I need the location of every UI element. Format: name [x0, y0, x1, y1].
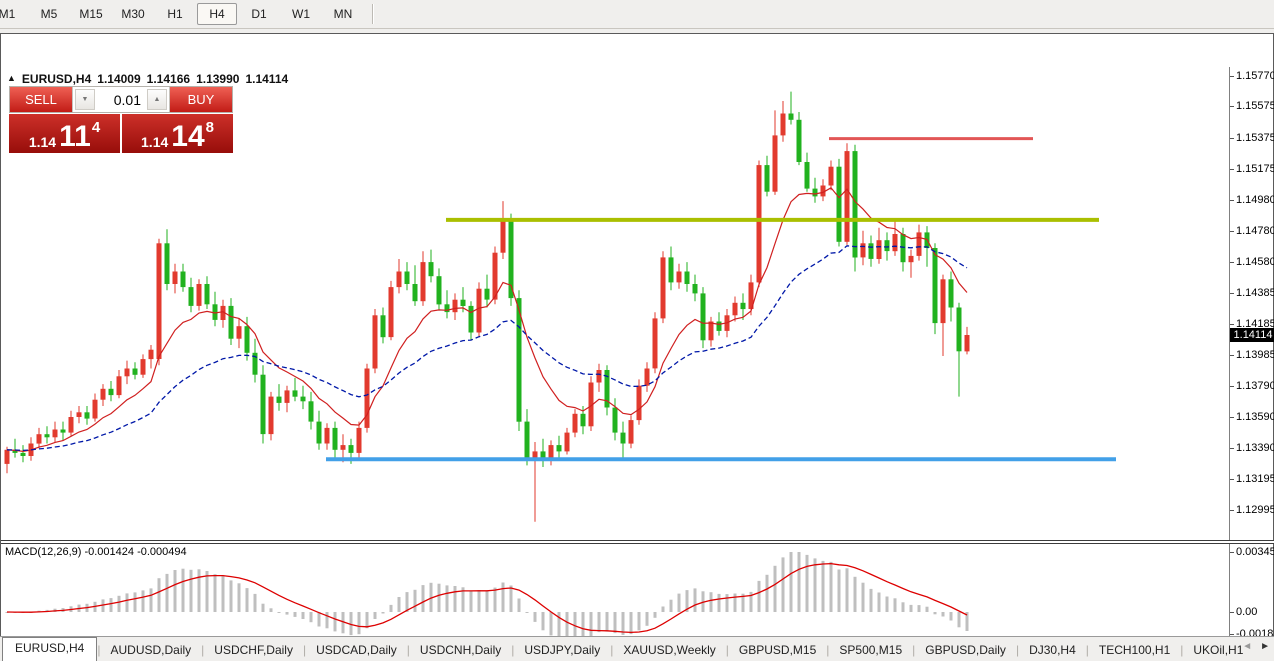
price-axis-label: 1.14385 [1236, 287, 1274, 299]
chevron-down-icon: ▼ [82, 96, 89, 103]
mt4-application: M1M5M15M30H1H4D1W1MN ▲ EURUSD,H4 1.14009… [0, 0, 1274, 661]
price-axis-tick [1230, 479, 1234, 480]
sell-price-big: 11 [59, 124, 91, 150]
price-axis-tick [1230, 417, 1234, 418]
tab-dj30-h4[interactable]: DJ30,H4 [1019, 640, 1086, 660]
tab-usdjpy-daily[interactable]: USDJPY,Daily [514, 640, 610, 660]
price-axis-label: 1.14980 [1236, 194, 1274, 206]
volume-spinner: ▼ 0.01 ▲ [72, 87, 170, 112]
macd-axis-label: 0.00 [1236, 606, 1257, 618]
ohlc-high: 1.14166 [147, 72, 190, 86]
tab-scroll-right-icon[interactable]: ► [1260, 641, 1270, 652]
price-axis-tick [1230, 169, 1234, 170]
timeframe-buttons: M1M5M15M30H1H4D1W1MN [0, 0, 364, 28]
price-axis-tick [1230, 448, 1234, 449]
price-axis-tick [1230, 76, 1234, 77]
tab-audusd-daily[interactable]: AUDUSD,Daily [100, 640, 201, 660]
price-axis-label: 1.13985 [1236, 349, 1274, 361]
macd-axis-label: 0.003452 [1236, 546, 1274, 558]
trade-controls-row: SELL ▼ 0.01 ▲ BUY [9, 86, 233, 113]
tab-usdcnh-daily[interactable]: USDCNH,Daily [410, 640, 511, 660]
buy-price-sup: 8 [206, 119, 214, 136]
price-axis-tick [1230, 262, 1234, 263]
chart-tabs: EURUSD,H4|AUDUSD,Daily|USDCHF,Daily|USDC… [0, 637, 1253, 661]
tab-gbpusd-m15[interactable]: GBPUSD,M15 [729, 640, 826, 660]
timeframe-mn[interactable]: MN [323, 3, 363, 25]
chevron-up-icon: ▲ [154, 96, 161, 103]
tab-sp500-m15[interactable]: SP500,M15 [829, 640, 912, 660]
price-axis-label: 1.15175 [1236, 163, 1274, 175]
one-click-collapse-icon[interactable]: ▲ [7, 73, 16, 83]
tab-scroll-arrows: ◄ ► [1242, 641, 1270, 652]
timeframe-d1[interactable]: D1 [239, 3, 279, 25]
timeframe-h1[interactable]: H1 [155, 3, 195, 25]
price-axis-label: 1.13790 [1236, 380, 1274, 392]
macd-axis-tick [1230, 612, 1234, 613]
sell-price-sup: 4 [92, 119, 100, 136]
sell-price-prefix: 1.14 [29, 134, 56, 150]
price-axis-tick [1230, 324, 1234, 325]
ohlc-low: 1.13990 [196, 72, 239, 86]
price-axis-tick [1230, 200, 1234, 201]
chart-title: ▲ EURUSD,H4 1.14009 1.14166 1.13990 1.14… [7, 72, 288, 86]
price-axis-label: 1.12995 [1236, 504, 1274, 516]
current-price-tag: 1.14114 [1230, 328, 1274, 342]
price-axis-label: 1.15375 [1236, 132, 1274, 144]
price-axis-tick [1230, 293, 1234, 294]
timeframe-m1[interactable]: M1 [0, 3, 27, 25]
price-axis-label: 1.14185 [1236, 318, 1274, 330]
timeframe-h4[interactable]: H4 [197, 3, 237, 25]
price-axis-label: 1.14780 [1236, 225, 1274, 237]
one-click-trading-widget: SELL ▼ 0.01 ▲ BUY 1.14 [9, 86, 233, 153]
tab-gbpusd-daily[interactable]: GBPUSD,Daily [915, 640, 1016, 660]
price-axis-tick [1230, 386, 1234, 387]
tab-usdchf-daily[interactable]: USDCHF,Daily [204, 640, 303, 660]
toolbar-separator [372, 4, 374, 24]
tab-usdcad-daily[interactable]: USDCAD,Daily [306, 640, 407, 660]
tab-eurusd-h4[interactable]: EURUSD,H4 [2, 637, 97, 661]
timeframe-toolbar: M1M5M15M30H1H4D1W1MN [0, 0, 1274, 29]
timeframe-m5[interactable]: M5 [29, 3, 69, 25]
macd-axis-tick [1230, 552, 1234, 553]
tab-tech100-h1[interactable]: TECH100,H1 [1089, 640, 1180, 660]
ohlc-close: 1.14114 [245, 72, 288, 86]
macd-pane[interactable]: MACD(12,26,9) -0.001424 -0.000494 [1, 544, 1229, 644]
volume-decrease-button[interactable]: ▼ [75, 89, 95, 110]
timeframe-w1[interactable]: W1 [281, 3, 321, 25]
sell-button[interactable]: SELL [10, 87, 72, 112]
chart-tabs-bar: EURUSD,H4|AUDUSD,Daily|USDCHF,Daily|USDC… [0, 636, 1274, 661]
chart-window: ▲ EURUSD,H4 1.14009 1.14166 1.13990 1.14… [0, 33, 1274, 636]
tab-scroll-left-icon[interactable]: ◄ [1242, 641, 1252, 652]
timeframe-m30[interactable]: M30 [113, 3, 153, 25]
macd-chart [1, 544, 1229, 644]
price-axis-label: 1.13195 [1236, 473, 1274, 485]
price-axis-tick [1230, 355, 1234, 356]
trade-prices-row: 1.14 11 4 1.14 14 8 [9, 114, 233, 153]
price-axis-tick [1230, 106, 1234, 107]
price-axis[interactable]: 1.14114 1.15770 1.15575 1.15375 1.15175 1.14… [1229, 67, 1274, 645]
price-axis-label: 1.14580 [1236, 256, 1274, 268]
price-axis-tick [1230, 231, 1234, 232]
buy-button[interactable]: BUY [170, 87, 232, 112]
price-axis-label: 1.15770 [1236, 70, 1274, 82]
buy-price-big: 14 [171, 124, 204, 150]
sell-price-panel[interactable]: 1.14 11 4 [9, 114, 120, 153]
tab-xauusd-weekly[interactable]: XAUUSD,Weekly [613, 640, 725, 660]
buy-price-panel[interactable]: 1.14 14 8 [122, 114, 233, 153]
volume-increase-button[interactable]: ▲ [147, 89, 167, 110]
price-axis-tick [1230, 138, 1234, 139]
price-axis-label: 1.13590 [1236, 411, 1274, 423]
volume-input[interactable]: 0.01 [97, 87, 145, 112]
buy-price-prefix: 1.14 [141, 134, 168, 150]
price-axis-label: 1.13390 [1236, 442, 1274, 454]
chart-symbol-label: EURUSD,H4 [22, 72, 91, 86]
macd-indicator-label: MACD(12,26,9) -0.001424 -0.000494 [5, 546, 187, 558]
price-axis-tick [1230, 510, 1234, 511]
ohlc-open: 1.14009 [97, 72, 140, 86]
price-axis-label: 1.15575 [1236, 100, 1274, 112]
macd-axis-tick [1230, 634, 1234, 635]
timeframe-m15[interactable]: M15 [71, 3, 111, 25]
price-pane[interactable]: ▲ EURUSD,H4 1.14009 1.14166 1.13990 1.14… [1, 67, 1229, 540]
